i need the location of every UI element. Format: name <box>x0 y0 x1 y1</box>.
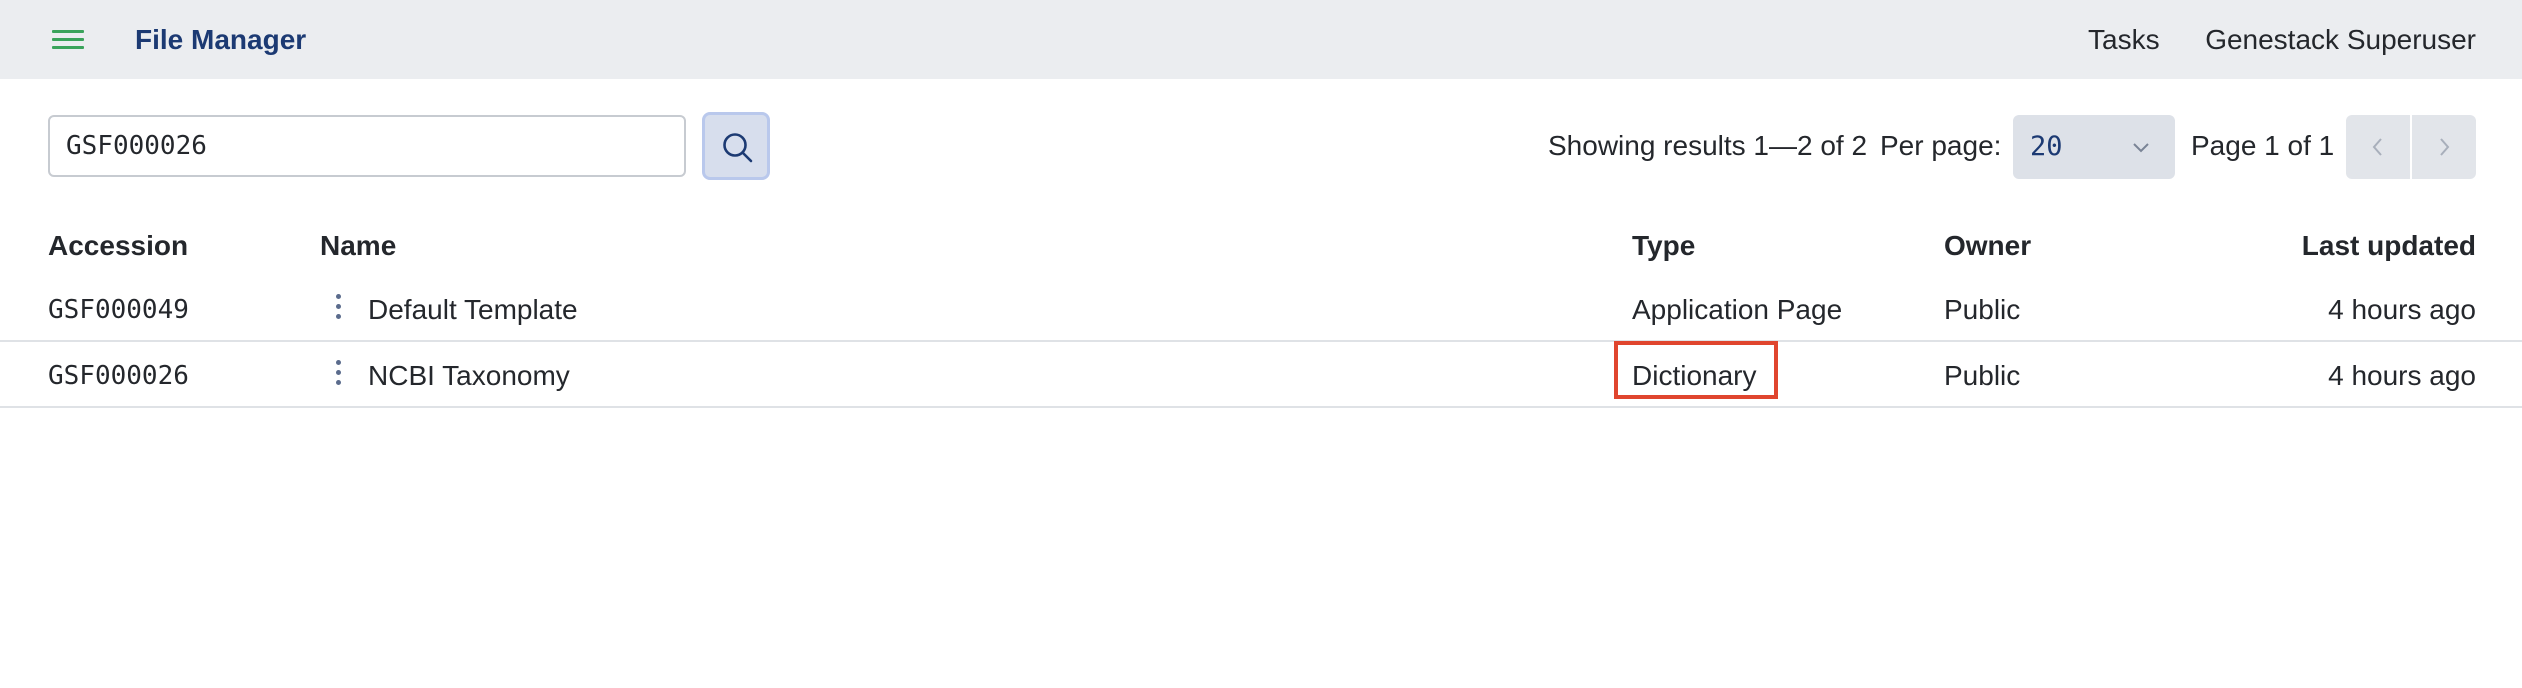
column-header-owner[interactable]: Owner <box>1944 226 2031 266</box>
per-page-label: Per page: <box>1880 130 2002 161</box>
previous-page-button[interactable] <box>2346 115 2410 179</box>
search-button[interactable] <box>702 112 770 180</box>
chevron-down-icon <box>2133 143 2149 153</box>
column-header-type[interactable]: Type <box>1632 226 1695 266</box>
app-title[interactable]: File Manager <box>135 20 306 60</box>
nav-tasks-link[interactable]: Tasks <box>2088 20 2160 60</box>
chevron-right-icon <box>2440 138 2450 156</box>
search-icon <box>723 133 753 163</box>
last-updated-cell: 4 hours ago <box>2328 294 2476 325</box>
nav-user-menu[interactable]: Genestack Superuser <box>2205 20 2476 60</box>
row-divider <box>0 340 2522 342</box>
kebab-menu-icon[interactable] <box>330 358 346 390</box>
column-header-last-updated[interactable]: Last updated <box>2302 226 2476 266</box>
column-header-name[interactable]: Name <box>320 226 396 266</box>
row-divider <box>0 406 2522 408</box>
type-cell: Application Page <box>1632 294 1843 325</box>
chevron-left-icon <box>2372 138 2382 156</box>
per-page-value: 20 <box>2030 131 2063 162</box>
last-updated-cell: 4 hours ago <box>2328 360 2476 391</box>
name-cell[interactable]: NCBI Taxonomy <box>368 356 570 396</box>
next-page-button[interactable] <box>2412 115 2476 179</box>
owner-cell: Public <box>1944 360 2021 391</box>
top-navigation-bar: File Manager Tasks Genestack Superuser <box>0 0 2522 79</box>
results-count: Showing results 1—2 of 2 <box>1548 130 1868 161</box>
hamburger-menu-icon[interactable] <box>52 28 84 52</box>
accession-cell: GSF000049 <box>48 295 189 325</box>
page-indicator: Page 1 of 1 <box>2191 130 2335 161</box>
column-header-accession[interactable]: Accession <box>48 226 188 266</box>
kebab-menu-icon[interactable] <box>330 292 346 324</box>
name-cell[interactable]: Default Template <box>368 290 578 330</box>
per-page-select[interactable]: 20 <box>2013 115 2175 179</box>
search-input[interactable] <box>48 115 686 177</box>
owner-cell: Public <box>1944 294 2021 325</box>
type-cell: Dictionary <box>1632 360 1757 391</box>
accession-cell: GSF000026 <box>48 361 189 391</box>
